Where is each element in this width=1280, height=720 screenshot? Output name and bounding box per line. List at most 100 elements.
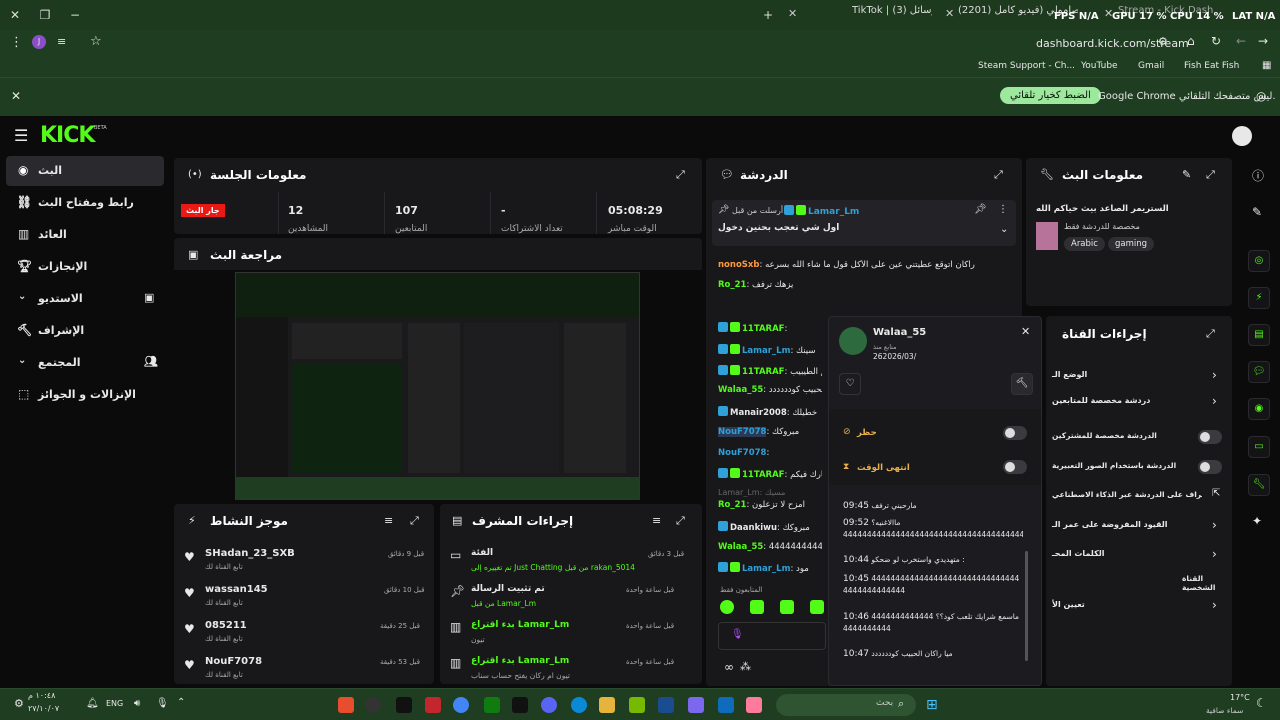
chevron-up-icon[interactable]: ⌃ [177, 697, 185, 708]
language-indicator[interactable]: ENG [106, 699, 123, 708]
brave-browser-icon[interactable] [338, 697, 354, 713]
expand-icon[interactable]: ⤢ [1206, 168, 1215, 182]
chevron-down-icon[interactable]: ⌄ [1000, 224, 1008, 235]
action-row[interactable]: الوضع الـ › [1046, 366, 1232, 390]
camera-icon[interactable]: ◎ [1248, 250, 1270, 272]
notification-icon[interactable]: 🔔︎ [86, 698, 99, 709]
xbox-icon[interactable] [484, 697, 500, 713]
chat-bubble-icon[interactable]: 💬︎ [1248, 361, 1270, 383]
tab-tiktok[interactable]: TikTok | الرسائل (3) [852, 5, 932, 25]
sidebar-item-stream[interactable]: ◉ البث [6, 156, 164, 186]
app-icon[interactable] [746, 697, 762, 713]
tag-arabic[interactable]: Arabic [1064, 237, 1105, 251]
more-options-icon[interactable]: ⋮ [998, 204, 1008, 215]
emote-icon[interactable] [780, 600, 794, 614]
broadcast-icon[interactable]: ◉ [1248, 398, 1270, 420]
maximize-window-icon[interactable]: ❐ [36, 6, 54, 24]
nvidia-icon[interactable] [629, 697, 645, 713]
tab-close-icon[interactable]: ✕ [788, 7, 797, 20]
lightning-icon[interactable]: ⚡︎ [1248, 287, 1270, 309]
expand-icon[interactable]: ⤢ [410, 514, 419, 528]
mod-tools-button[interactable]: 🔨︎ [1011, 373, 1033, 395]
reload-icon[interactable]: ↻ [1211, 34, 1221, 48]
action-row[interactable]: دردشة مخصصة للمتابعين › [1046, 394, 1232, 418]
expand-icon[interactable]: ⤢ [994, 168, 1003, 182]
edit-icon[interactable]: ✎ [1182, 168, 1191, 181]
windows-start-icon[interactable]: ⊞ [926, 697, 938, 713]
pinned-message[interactable]: 📌︎ أرسلت من قبل Lamar_Lm اول شي تعجب بحن… [712, 200, 1016, 246]
back-icon[interactable]: → [1258, 34, 1268, 48]
sidebar-item-community[interactable]: ⌄ المجتمع 👥︎ [6, 348, 164, 378]
outlook-icon[interactable] [718, 697, 734, 713]
id-card-icon[interactable]: ▭ [1248, 436, 1270, 458]
user-card-name[interactable]: Walaa_55 [873, 327, 926, 338]
app-icon[interactable] [688, 697, 704, 713]
chrome-icon[interactable] [453, 697, 469, 713]
sidebar-item-drops[interactable]: ⬚ الإنزالات و الجوائز [6, 380, 164, 410]
unpin-icon[interactable]: 📌︎ [974, 204, 987, 215]
app-icon[interactable] [658, 697, 674, 713]
sidebar-item-revenue[interactable]: ▥ العائد [6, 220, 164, 250]
app-icon[interactable] [425, 697, 441, 713]
new-tab-icon[interactable]: + [759, 6, 777, 24]
clock-time[interactable]: ١٠:٤٨ م [28, 691, 55, 700]
expand-icon[interactable]: ⤢ [1206, 327, 1215, 341]
bookmark-steam-support[interactable]: Steam Support - Ch... [978, 61, 1075, 71]
tab-close-icon[interactable]: ✕ [945, 7, 954, 20]
minimize-window-icon[interactable]: − [66, 6, 84, 24]
action-row[interactable]: تعيين الأ › [1046, 596, 1232, 620]
bookmark-gmail[interactable]: Gmail [1138, 61, 1164, 71]
bookmark-star-icon[interactable]: ☆ [90, 34, 102, 49]
forward-icon[interactable]: ← [1236, 34, 1246, 48]
set-default-button[interactable]: الضبط كخيار تلقائي [1000, 87, 1101, 104]
microphone-icon[interactable]: 🎙︎ [156, 698, 169, 709]
apps-grid-icon[interactable]: ▦ [1262, 60, 1271, 71]
action-row[interactable]: القيود المفروضة على عمر الـ › [1046, 516, 1232, 540]
clock-date[interactable]: ٢٧/١٠/٠٧ [28, 704, 59, 713]
settings-icon[interactable]: ⚙ [14, 697, 24, 710]
app-icon[interactable] [365, 697, 381, 713]
info-icon[interactable]: ⓘ [1252, 167, 1264, 184]
emote-icon[interactable] [750, 600, 764, 614]
filter-icon[interactable]: ≡ [652, 514, 661, 527]
sidebar-item-moderation[interactable]: 🔨︎ الإشراف [6, 316, 164, 346]
capcut-icon[interactable] [512, 697, 528, 713]
microphone-icon[interactable]: 🎙︎ [731, 629, 744, 640]
file-explorer-icon[interactable] [599, 697, 615, 713]
bookmark-youtube[interactable]: YouTube [1081, 61, 1118, 71]
site-settings-icon[interactable]: ⚙ [1158, 35, 1168, 48]
close-icon[interactable]: ✕ [1021, 325, 1030, 338]
user-avatar[interactable] [839, 327, 867, 355]
discord-icon[interactable] [541, 697, 557, 713]
profile-avatar[interactable]: J [32, 35, 46, 49]
document-icon[interactable]: ▤ [1248, 324, 1270, 346]
filter-icon[interactable]: ≡ [384, 514, 393, 527]
settings-dots-icon[interactable]: ⁂ [740, 660, 751, 673]
tag-gaming[interactable]: gaming [1108, 237, 1155, 251]
infinity-icon[interactable]: ∞ [724, 660, 734, 674]
expand-icon[interactable]: ⤢ [676, 168, 685, 182]
hamburger-menu-icon[interactable]: ☰ [14, 126, 28, 145]
emote-icon[interactable] [720, 600, 734, 614]
volume-icon[interactable]: 🔊︎ [134, 698, 140, 709]
sidebar-item-achievements[interactable]: 🏆︎ الإنجازات [6, 252, 164, 282]
sidebar-item-stream-key[interactable]: ⛓ رابط ومفتاح البث [6, 188, 164, 218]
close-window-icon[interactable]: ✕ [6, 6, 24, 24]
bookmark-fish-eat-fish[interactable]: Fish Eat Fish [1184, 61, 1239, 71]
edit-icon[interactable]: ✎ [1252, 205, 1262, 219]
subscribers-only-toggle[interactable] [1198, 430, 1222, 444]
stream-video[interactable] [235, 272, 640, 500]
ban-toggle[interactable] [1003, 426, 1027, 440]
menu-dots-icon[interactable]: ⋮ [10, 35, 23, 50]
home-icon[interactable]: ⌂ [1187, 34, 1195, 48]
emote-only-toggle[interactable] [1198, 460, 1222, 474]
pinned-user[interactable]: Lamar_Lm [784, 205, 859, 217]
wrench-icon[interactable]: 🔧︎ [1248, 474, 1270, 496]
expand-icon[interactable]: ⤢ [676, 514, 685, 528]
sparkle-icon[interactable]: ✦ [1252, 514, 1262, 528]
scrollbar[interactable] [1025, 551, 1028, 661]
user-avatar[interactable] [1232, 126, 1252, 146]
kick-logo[interactable]: KICK [40, 123, 95, 148]
action-row[interactable]: الإشراف على الدردشة عبر الذكاء الاصطناعي… [1046, 486, 1232, 510]
emote-icon[interactable] [810, 600, 824, 614]
